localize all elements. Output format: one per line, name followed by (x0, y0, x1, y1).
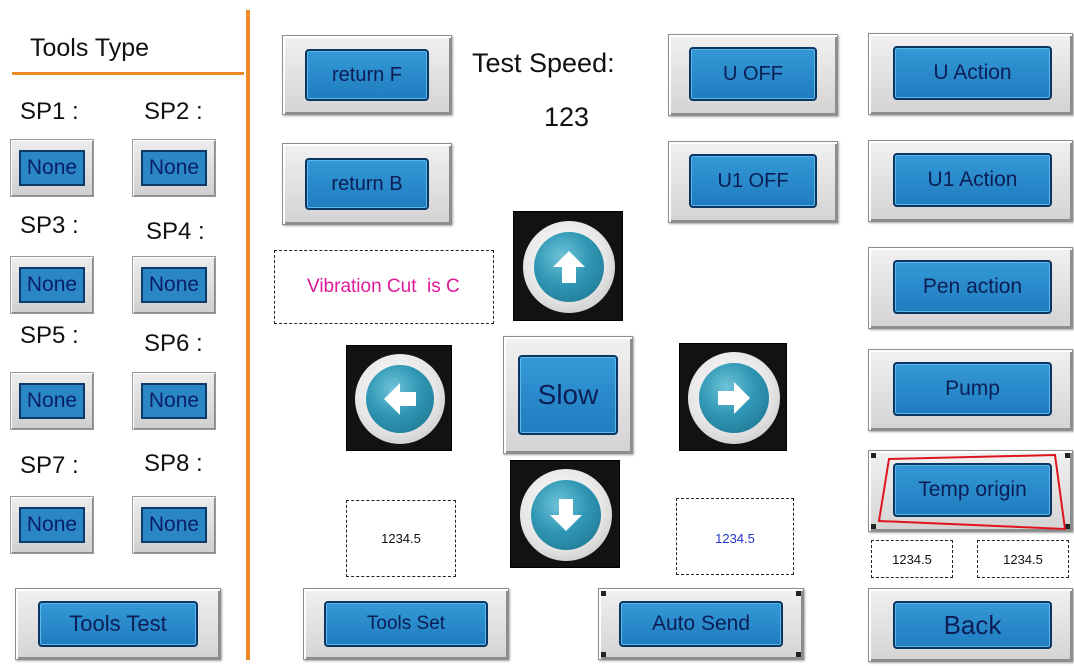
jog-right-button[interactable] (679, 343, 787, 451)
sp8-select-button[interactable]: None (132, 496, 216, 554)
sp2-select-button[interactable]: None (132, 139, 216, 197)
vibration-status-display: Vibration Cut is C (274, 250, 494, 324)
sp1-value: None (26, 156, 78, 179)
return-f-button[interactable]: return F (282, 35, 452, 115)
u1-action-label: U1 Action (927, 168, 1018, 191)
value-display-a: 1234.5 (871, 540, 953, 578)
sp3-select-button[interactable]: None (10, 256, 94, 314)
arrow-right-icon (718, 382, 750, 414)
sp2-label: SP2 : (144, 98, 203, 125)
jog-up-button[interactable] (513, 211, 623, 321)
pump-button[interactable]: Pump (868, 349, 1073, 431)
tools-type-title: Tools Type (30, 34, 150, 62)
sp7-label: SP7 : (20, 452, 79, 479)
vibration-status-text: Vibration Cut is C (307, 276, 460, 297)
slow-button[interactable]: Slow (503, 336, 633, 454)
sp1-label: SP1 : (20, 98, 79, 125)
sp3-label: SP3 : (20, 212, 79, 239)
sp6-select-button[interactable]: None (132, 372, 216, 430)
return-f-label: return F (331, 63, 403, 86)
selection-highlight-outline (877, 453, 1067, 531)
slow-label: Slow (537, 379, 599, 410)
back-label: Back (943, 609, 1002, 640)
value-display-b: 1234.5 (977, 540, 1069, 578)
tools-test-label: Tools Test (69, 611, 167, 636)
sp8-value: None (148, 513, 200, 536)
sp1-select-button[interactable]: None (10, 139, 94, 197)
arrow-left-icon (384, 383, 416, 415)
arrow-up-icon (553, 251, 585, 283)
tools-set-button[interactable]: Tools Set (303, 588, 509, 660)
u1-action-button[interactable]: U1 Action (868, 140, 1073, 222)
tools-test-button[interactable]: Tools Test (15, 588, 221, 660)
pen-action-label: Pen action (922, 275, 1023, 298)
test-speed-value: 123 (544, 102, 590, 132)
u1-off-label: U1 OFF (717, 169, 789, 192)
jog-left-button[interactable] (346, 345, 452, 451)
sp4-label: SP4 : (146, 218, 205, 245)
position-display-left-value: 1234.5 (381, 531, 421, 546)
u1-off-button[interactable]: U1 OFF (668, 141, 838, 223)
pen-action-button[interactable]: Pen action (868, 247, 1073, 329)
sp2-value: None (148, 156, 200, 179)
test-speed-label: Test Speed: (472, 48, 615, 78)
u-off-label: U OFF (723, 62, 783, 85)
u-action-button[interactable]: U Action (868, 33, 1073, 115)
sp6-value: None (148, 389, 200, 412)
position-display-left: 1234.5 (346, 500, 456, 577)
sp5-select-button[interactable]: None (10, 372, 94, 430)
sp7-select-button[interactable]: None (10, 496, 94, 554)
sp5-value: None (26, 389, 78, 412)
auto-send-button[interactable]: Auto Send (598, 588, 804, 660)
position-display-right: 1234.5 (676, 498, 794, 575)
pump-label: Pump (945, 377, 1000, 400)
sp5-label: SP5 : (20, 322, 79, 349)
arrow-down-icon (550, 499, 582, 531)
auto-send-label: Auto Send (651, 612, 751, 635)
value-display-a-text: 1234.5 (892, 551, 932, 567)
back-button[interactable]: Back (868, 588, 1073, 662)
u-action-label: U Action (933, 61, 1012, 84)
tools-set-label: Tools Set (366, 613, 446, 634)
tools-type-underline (12, 72, 244, 75)
sp6-label: SP6 : (144, 330, 203, 357)
sp4-value: None (148, 273, 200, 296)
sp7-value: None (26, 513, 78, 536)
return-b-button[interactable]: return B (282, 143, 452, 225)
panel-divider (246, 10, 250, 660)
u-off-button[interactable]: U OFF (668, 34, 838, 116)
value-display-b-text: 1234.5 (1003, 551, 1043, 567)
temp-origin-button[interactable]: Temp origin (868, 450, 1073, 532)
jog-down-button[interactable] (510, 460, 620, 568)
sp3-value: None (26, 273, 78, 296)
sp4-select-button[interactable]: None (132, 256, 216, 314)
return-b-label: return B (331, 172, 403, 195)
sp8-label: SP8 : (144, 450, 203, 477)
position-display-right-value: 1234.5 (715, 531, 755, 546)
